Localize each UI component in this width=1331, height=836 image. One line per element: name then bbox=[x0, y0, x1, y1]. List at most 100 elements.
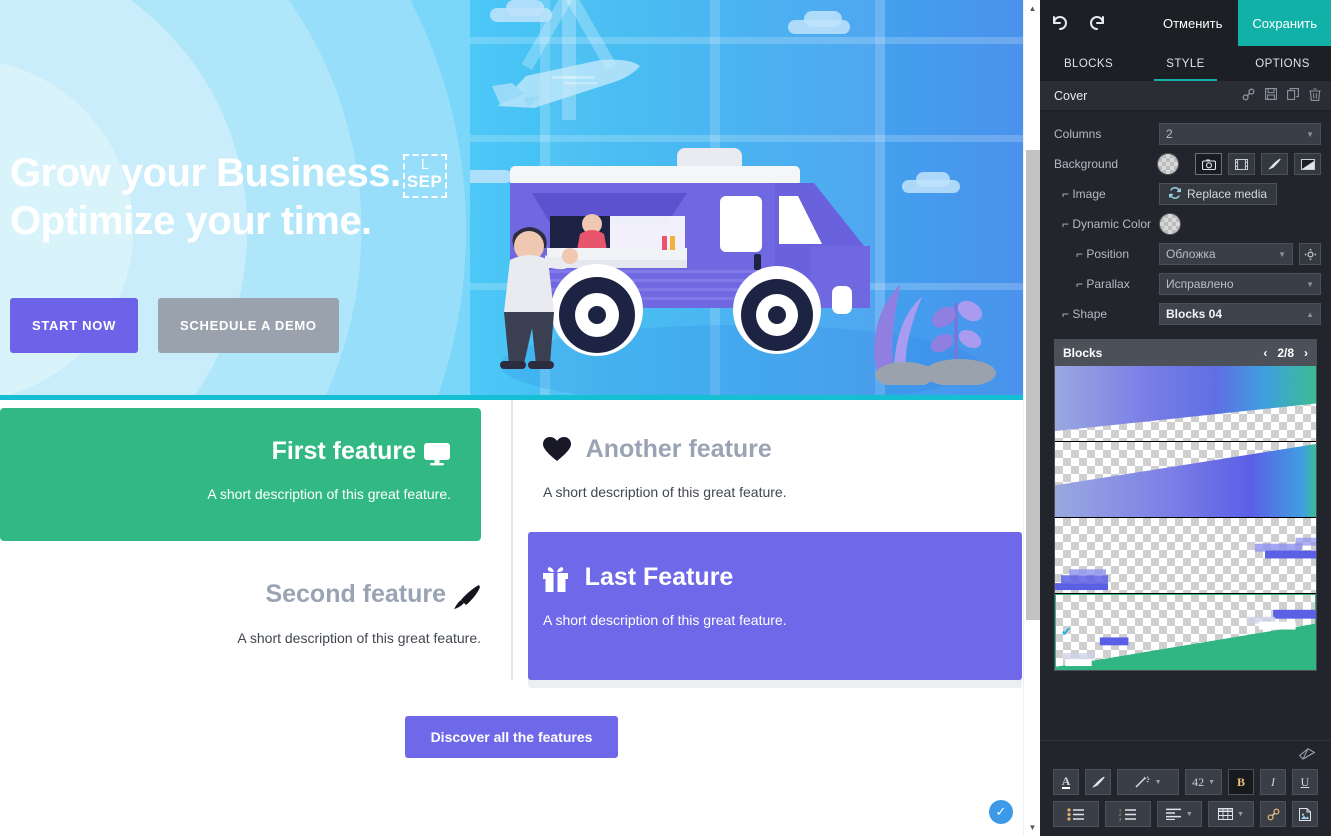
replace-media-button[interactable]: Replace media bbox=[1159, 183, 1278, 205]
undo-button[interactable] bbox=[1040, 0, 1078, 46]
hero-cover-block[interactable]: Grow your Business. L SEP Optimize your ti… bbox=[0, 0, 1023, 400]
bulleted-list-button[interactable] bbox=[1053, 801, 1099, 827]
shape-browser[interactable]: Blocks ‹ 2/8 › ✔ bbox=[1054, 339, 1317, 671]
chevron-up-icon: ▲ bbox=[1306, 309, 1314, 319]
align-select[interactable]: ▼ bbox=[1156, 801, 1203, 827]
columns-select[interactable]: 2 ▼ bbox=[1159, 123, 1321, 145]
feature-description: A short description of this great featur… bbox=[543, 612, 787, 628]
hero-illustration bbox=[470, 0, 1023, 400]
separator-selection-marker[interactable]: L SEP bbox=[402, 154, 447, 198]
refresh-icon bbox=[1169, 186, 1181, 202]
hero-button-group: START NOW SCHEDULE A DEMO bbox=[10, 298, 339, 353]
separator-corner-label: L bbox=[420, 156, 429, 173]
clear-format-icon[interactable] bbox=[1298, 747, 1316, 763]
feature-card-another[interactable]: Another feature A short description of t… bbox=[513, 400, 1022, 532]
shape-select[interactable]: Blocks 04 ▲ bbox=[1159, 303, 1321, 325]
scroll-down-arrow-icon[interactable]: ▼ bbox=[1024, 819, 1041, 836]
features-block[interactable]: First feature A short description of thi… bbox=[0, 400, 1023, 788]
image-label: ⌐ Image bbox=[1062, 187, 1106, 201]
row-position: ⌐ Position Обложка ▼ bbox=[1054, 239, 1321, 269]
insert-image-button[interactable] bbox=[1292, 801, 1318, 827]
shape-prev-button[interactable]: ‹ bbox=[1263, 346, 1267, 360]
start-now-button[interactable]: START NOW bbox=[10, 298, 139, 353]
saved-check-badge[interactable]: ✓ bbox=[989, 800, 1013, 824]
scroll-up-arrow-icon[interactable]: ▲ bbox=[1024, 0, 1041, 17]
shape-next-button[interactable]: › bbox=[1304, 346, 1308, 360]
feature-card-first[interactable]: First feature A short description of thi… bbox=[0, 408, 481, 541]
feature-description: A short description of this great featur… bbox=[237, 630, 481, 646]
position-select[interactable]: Обложка ▼ bbox=[1159, 243, 1293, 265]
numbered-list-button[interactable]: 123 bbox=[1104, 801, 1151, 827]
shape-preview-3[interactable] bbox=[1055, 518, 1316, 594]
trash-icon[interactable] bbox=[1309, 87, 1321, 104]
insert-link-button[interactable] bbox=[1260, 801, 1286, 827]
dynamic-color-swatch[interactable] bbox=[1159, 213, 1181, 235]
save-disk-icon[interactable] bbox=[1265, 87, 1277, 104]
magic-wand-icon bbox=[1134, 776, 1150, 788]
reposition-button[interactable] bbox=[1299, 243, 1321, 265]
italic-button[interactable]: I bbox=[1260, 769, 1286, 795]
text-effect-select[interactable]: ▼ bbox=[1117, 769, 1180, 795]
dynamic-color-label: ⌐ Dynamic Color bbox=[1062, 217, 1152, 231]
feature-title: Last Feature bbox=[584, 563, 734, 591]
schedule-demo-button[interactable]: SCHEDULE A DEMO bbox=[158, 298, 339, 353]
feature-description: A short description of this great featur… bbox=[207, 486, 451, 502]
chevron-down-icon: ▼ bbox=[1306, 129, 1314, 139]
hero-heading-group[interactable]: Grow your Business. L SEP Optimize your ti… bbox=[10, 150, 470, 245]
gift-icon bbox=[543, 566, 585, 593]
shape-preview-1[interactable] bbox=[1055, 366, 1316, 442]
background-color-swatch[interactable] bbox=[1157, 153, 1179, 175]
shape-preview-2[interactable] bbox=[1055, 442, 1316, 518]
font-color-button[interactable]: A bbox=[1053, 769, 1079, 795]
discover-all-features-button[interactable]: Discover all the features bbox=[404, 716, 619, 758]
background-image-button[interactable] bbox=[1195, 153, 1222, 175]
background-video-button[interactable] bbox=[1228, 153, 1255, 175]
separator-label: SEP bbox=[406, 172, 443, 191]
chevron-down-icon: ▼ bbox=[1208, 778, 1215, 786]
feature-title: Second feature bbox=[265, 580, 447, 608]
cancel-button[interactable]: Отменить bbox=[1147, 0, 1238, 46]
row-columns: Columns 2 ▼ bbox=[1054, 119, 1321, 149]
discover-button-wrap: Discover all the features bbox=[0, 680, 1023, 788]
chevron-down-icon: ▼ bbox=[1306, 279, 1314, 289]
chevron-down-icon: ▼ bbox=[1278, 249, 1286, 259]
website-preview-canvas[interactable]: Grow your Business. L SEP Optimize your ti… bbox=[0, 0, 1023, 836]
chevron-down-icon: ▼ bbox=[1154, 778, 1162, 786]
tab-blocks[interactable]: BLOCKS bbox=[1040, 46, 1137, 81]
feature-card-last[interactable]: Last Feature A short description of this… bbox=[528, 532, 1022, 680]
scrollbar-thumb[interactable] bbox=[1026, 150, 1040, 620]
shape-preview-4[interactable]: ✔ bbox=[1055, 594, 1316, 670]
airplane-icon bbox=[492, 59, 640, 108]
parallax-select[interactable]: Исправлено ▼ bbox=[1159, 273, 1321, 295]
panel-topbar: Отменить Сохранить bbox=[1040, 0, 1331, 46]
tab-style[interactable]: STYLE bbox=[1137, 46, 1234, 81]
position-value: Обложка bbox=[1166, 247, 1216, 261]
chevron-down-icon: ▼ bbox=[1185, 810, 1193, 818]
align-left-icon bbox=[1165, 808, 1181, 820]
highlight-color-button[interactable] bbox=[1085, 769, 1111, 795]
canvas-scrollbar[interactable]: ▲ ▼ bbox=[1023, 0, 1040, 836]
background-gradient-button[interactable] bbox=[1294, 153, 1321, 175]
feature-title: Another feature bbox=[585, 435, 772, 463]
text-toolbar-row-2: 123 ▼ ▼ bbox=[1040, 801, 1331, 833]
style-editor-panel[interactable]: Отменить Сохранить BLOCKS STYLE OPTIONS … bbox=[1040, 0, 1331, 836]
link-icon bbox=[1267, 808, 1279, 820]
tab-options[interactable]: OPTIONS bbox=[1234, 46, 1331, 81]
background-brush-button[interactable] bbox=[1261, 153, 1288, 175]
feature-card-second[interactable]: Second feature A short description of th… bbox=[0, 541, 511, 674]
duplicate-icon[interactable] bbox=[1287, 87, 1299, 104]
save-button[interactable]: Сохранить bbox=[1238, 0, 1331, 46]
panel-tabs: BLOCKS STYLE OPTIONS bbox=[1040, 46, 1331, 81]
link-icon[interactable] bbox=[1242, 88, 1255, 104]
section-title: Cover bbox=[1054, 88, 1088, 103]
font-size-select[interactable]: 42 ▼ bbox=[1185, 769, 1222, 795]
font-color-label: A bbox=[1061, 774, 1071, 789]
columns-label: Columns bbox=[1054, 127, 1102, 141]
heart-icon bbox=[543, 437, 586, 465]
bold-button[interactable]: B bbox=[1228, 769, 1254, 795]
underline-button[interactable]: U bbox=[1292, 769, 1318, 795]
table-select[interactable]: ▼ bbox=[1208, 801, 1254, 827]
shape-value: Blocks 04 bbox=[1166, 307, 1223, 321]
redo-button[interactable] bbox=[1078, 0, 1116, 46]
shape-selected-check-icon: ✔ bbox=[1061, 623, 1072, 639]
